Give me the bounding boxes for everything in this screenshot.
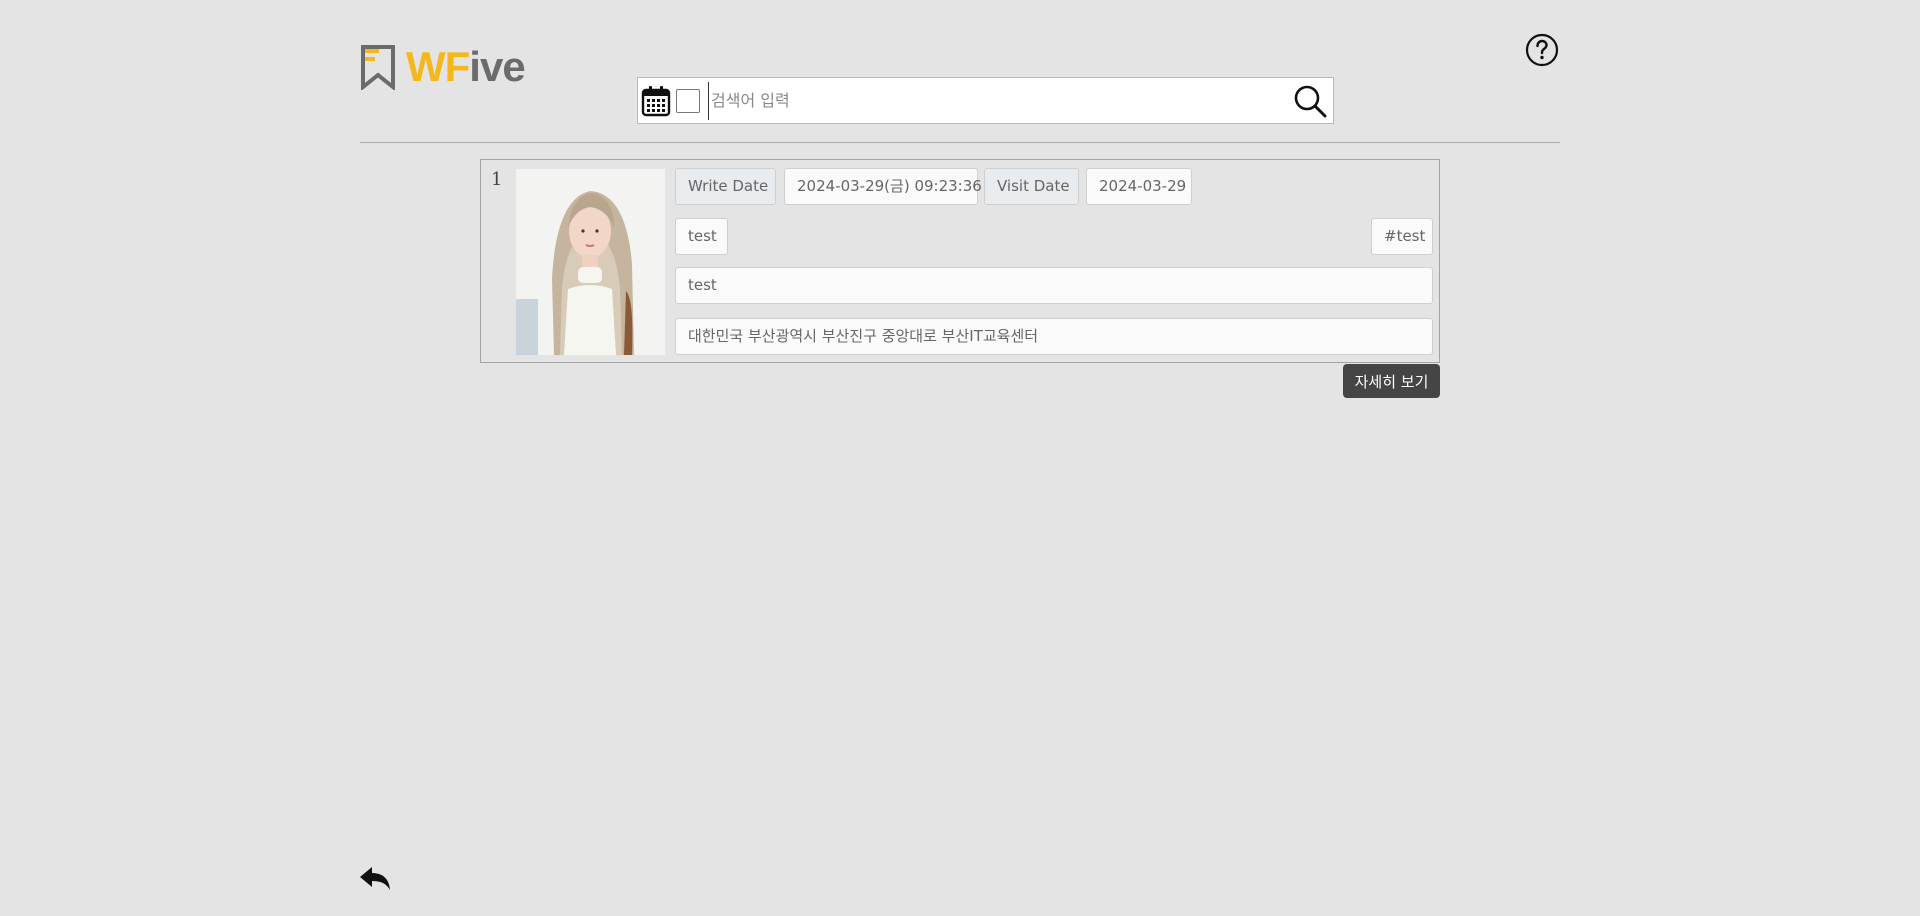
result-photo[interactable] (516, 169, 665, 355)
visit-date-label: Visit Date (984, 168, 1079, 205)
result-title: test (675, 218, 728, 255)
view-details-button[interactable]: 자세히 보기 (1343, 364, 1440, 398)
search-icon[interactable] (1293, 84, 1327, 118)
date-filter-checkbox[interactable] (676, 88, 700, 113)
write-date-value: 2024-03-29(금) 09:23:36 (784, 168, 982, 205)
person-photo-image (516, 169, 665, 355)
visit-date-value: 2024-03-29 (1086, 168, 1192, 205)
logo-text: WFive (406, 43, 526, 90)
search-bar (637, 77, 1334, 124)
result-index: 1 (491, 169, 503, 190)
header-divider (360, 142, 1560, 143)
write-date-label: Write Date (675, 168, 776, 205)
logo[interactable]: WFive (360, 43, 526, 90)
calendar-icon[interactable] (641, 85, 671, 117)
bookmark-logo-icon (361, 45, 395, 90)
search-input[interactable] (708, 81, 1293, 120)
result-card: 1 Write Date 2024-03-29(금) 09:23:36 Visi… (480, 159, 1440, 363)
result-content: test (675, 267, 1433, 304)
back-arrow-icon[interactable] (358, 866, 392, 892)
logo-text-rest: ive (469, 43, 525, 90)
logo-text-accent: WF (406, 43, 470, 90)
help-icon[interactable] (1525, 33, 1559, 67)
hashtag-badge: #test (1371, 218, 1433, 255)
result-address: 대한민국 부산광역시 부산진구 중앙대로 부산IT교육센터 (675, 318, 1433, 355)
